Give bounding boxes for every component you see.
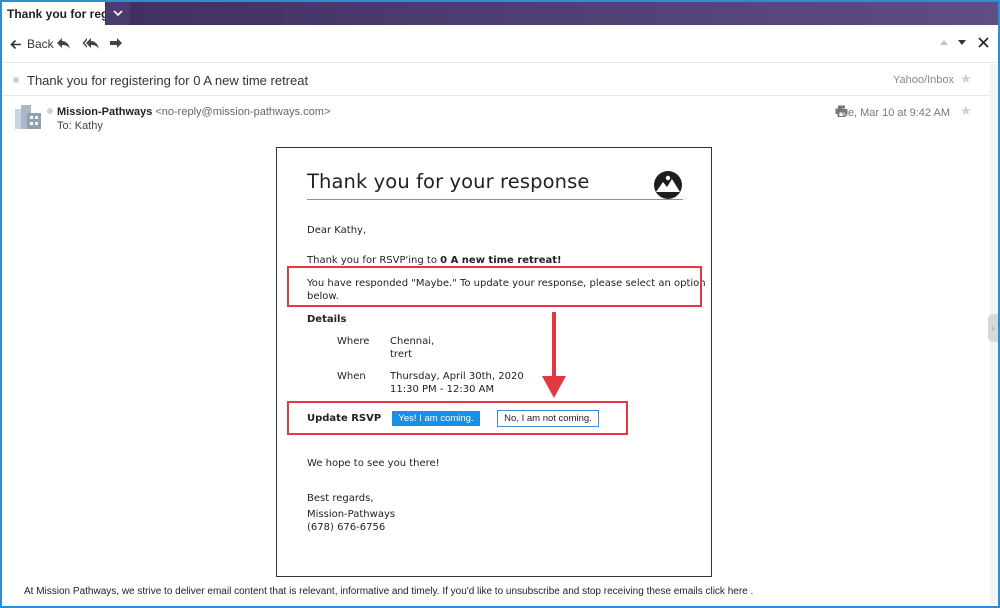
message-toolbar: Back [2,25,998,63]
signature-phone: (678) 676-6756 [307,522,386,533]
sender-line: Mission-Pathways <no-reply@mission-pathwa… [57,106,330,118]
back-button[interactable]: Back [10,37,54,51]
where-line-1: Chennai, [390,336,435,347]
chevron-down-icon [113,10,123,17]
signature-name: Mission-Pathways [307,509,396,520]
mail-window: Thank you for registe Back [0,0,1000,608]
triangle-down-icon[interactable] [957,39,967,46]
when-label: When [337,371,366,382]
unsubscribe-footer: At Mission Pathways, we strive to delive… [24,586,754,597]
star-icon[interactable]: ★ [960,103,972,119]
message-subject: Thank you for registering for 0 A new ti… [27,73,309,88]
sender-status-dot [47,108,53,114]
details-heading: Details [307,314,347,325]
sender-name[interactable]: Mission-Pathways [57,106,152,118]
unread-dot[interactable] [13,77,19,83]
when-line-1: Thursday, April 30th, 2020 [390,371,524,382]
logo-icon [654,171,682,199]
sender-email: <no-reply@mission-pathways.com> [155,106,331,118]
forward-icon[interactable] [109,37,123,49]
back-label: Back [27,37,54,51]
where-label: Where [337,336,370,347]
rsvp-prefix: Thank you for RSVP'ing to [307,255,441,266]
email-body-card: Thank you for your response Dear Kathy, … [276,147,712,577]
star-icon[interactable]: ★ [960,71,972,87]
reply-all-icon[interactable] [82,37,100,50]
closing-line: We hope to see you there! [307,458,440,469]
arrow-down-icon [542,312,566,398]
regards-line: Best regards, [307,493,374,504]
greeting: Dear Kathy, [307,225,367,236]
folder-label: Yahoo/Inbox [893,74,954,86]
back-arrow-icon [10,39,21,49]
recipient-line: To: Kathy [57,120,103,132]
close-icon[interactable] [978,37,989,48]
email-title: Thank you for your response [307,170,590,193]
title-divider [307,199,683,200]
when-line-2: 11:30 PM - 12:30 AM [390,384,495,395]
reply-icon[interactable] [56,37,71,50]
triangle-up-icon[interactable] [939,39,949,46]
rsvp-highlight-box [287,401,628,435]
scrollbar-handle[interactable]: › [988,314,998,342]
where-line-2: trert [390,349,412,360]
avatar-icon [15,105,41,129]
tab-message[interactable]: Thank you for registe [2,2,105,25]
event-name: 0 A new time retreat! [440,255,562,266]
response-highlight-box [287,266,702,307]
tab-bar: Thank you for registe [2,2,998,25]
subject-row: Thank you for registering for 0 A new ti… [2,64,992,96]
tab-menu-button[interactable] [106,2,130,25]
message-date: Tue, Mar 10 at 9:42 AM [835,107,950,119]
